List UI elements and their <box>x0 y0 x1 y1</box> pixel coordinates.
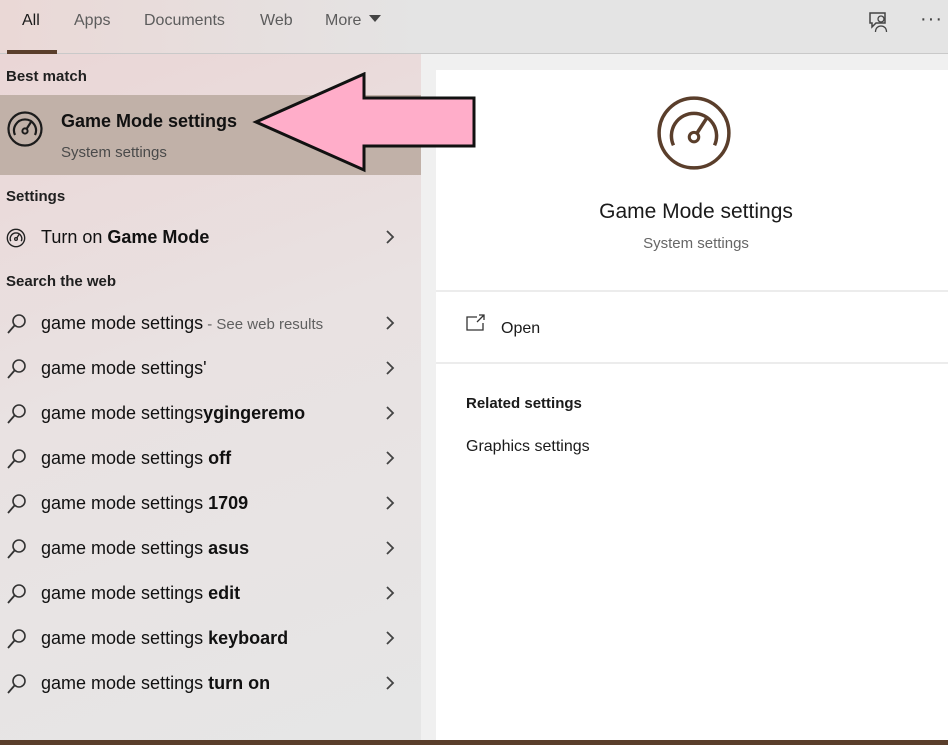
chevron-right-icon[interactable] <box>384 450 396 471</box>
web-result-label: game mode settingsygingeremo <box>41 403 305 424</box>
tab-more[interactable]: More <box>325 12 382 30</box>
divider <box>436 290 948 292</box>
web-result-bold: turn on <box>208 673 271 693</box>
chevron-right-icon[interactable] <box>384 405 396 426</box>
web-result-prefix: game mode settings <box>41 628 209 648</box>
web-result-prefix: game mode settings <box>41 403 204 423</box>
web-result-prefix: game mode settings <box>41 448 209 468</box>
search-icon <box>6 313 28 340</box>
web-result-prefix: game mode settings <box>41 538 209 558</box>
section-best-match: Best match <box>6 68 87 85</box>
web-result-bold: edit <box>208 583 241 603</box>
chevron-right-icon[interactable] <box>384 585 396 606</box>
web-result-bold: keyboard <box>208 628 289 648</box>
tab-web[interactable]: Web <box>260 12 293 30</box>
search-icon <box>6 493 28 520</box>
annotation-arrow-icon <box>252 72 476 173</box>
bottom-accent-bar <box>0 740 948 745</box>
open-icon[interactable] <box>466 314 486 337</box>
web-result-bold: off <box>208 448 232 468</box>
web-result-item[interactable]: game mode settings off <box>0 436 421 481</box>
divider <box>436 362 948 364</box>
chevron-right-icon[interactable] <box>384 540 396 561</box>
web-result-label: game mode settings - See web results <box>41 313 323 334</box>
web-result-item[interactable]: game mode settings - See web results <box>0 301 421 346</box>
search-icon <box>6 538 28 565</box>
search-icon <box>6 673 28 700</box>
web-result-bold: ygingeremo <box>203 403 306 423</box>
open-button[interactable]: Open <box>501 320 540 338</box>
web-result-label: game mode settings keyboard <box>41 628 288 649</box>
web-result-label: game mode settings 1709 <box>41 493 248 514</box>
chevron-down-icon <box>369 15 382 22</box>
web-result-item[interactable]: game mode settings turn on <box>0 661 421 706</box>
more-options-icon[interactable]: ··· <box>920 8 943 31</box>
web-result-label: game mode settings off <box>41 448 231 469</box>
search-icon <box>6 358 28 385</box>
settings-result-bold: Game Mode <box>107 227 210 247</box>
web-result-prefix: game mode settings' <box>41 358 207 378</box>
web-result-label: game mode settings asus <box>41 538 249 559</box>
feedback-icon[interactable] <box>867 10 891 39</box>
search-icon <box>6 403 28 430</box>
web-result-prefix: game mode settings <box>41 583 209 603</box>
web-result-item[interactable]: game mode settings keyboard <box>0 616 421 661</box>
web-result-item[interactable]: game mode settingsygingeremo <box>0 391 421 436</box>
web-result-item[interactable]: game mode settings' <box>0 346 421 391</box>
tab-more-label: More <box>325 12 362 29</box>
web-result-prefix: game mode settings <box>41 313 204 333</box>
chevron-right-icon[interactable] <box>384 360 396 381</box>
web-result-hint: - See web results <box>203 316 324 333</box>
search-tab-bar: All Apps Documents Web More ··· <box>0 0 948 54</box>
tab-all[interactable]: All <box>22 12 40 30</box>
web-result-label: game mode settings turn on <box>41 673 270 694</box>
web-result-item[interactable]: game mode settings 1709 <box>0 481 421 526</box>
section-search-web: Search the web <box>6 273 117 290</box>
chevron-right-icon[interactable] <box>384 495 396 516</box>
web-result-bold: asus <box>208 538 250 558</box>
settings-result-turn-on-game-mode[interactable]: Turn on Game Mode <box>0 215 421 260</box>
web-result-item[interactable]: game mode settings edit <box>0 571 421 616</box>
chevron-right-icon[interactable] <box>384 315 396 336</box>
chevron-right-icon[interactable] <box>384 229 396 250</box>
related-link-graphics-settings[interactable]: Graphics settings <box>466 438 590 456</box>
search-icon <box>6 583 28 610</box>
chevron-right-icon[interactable] <box>384 630 396 651</box>
chevron-right-icon[interactable] <box>384 675 396 696</box>
section-settings: Settings <box>6 188 66 205</box>
web-result-prefix: game mode settings <box>41 673 209 693</box>
tab-documents[interactable]: Documents <box>144 12 225 30</box>
best-match-subtitle: System settings <box>61 144 167 161</box>
settings-result-prefix: Turn on <box>41 227 108 247</box>
preview-subtitle: System settings <box>643 235 749 252</box>
preview-title: Game Mode settings <box>599 200 793 223</box>
search-icon <box>6 628 28 655</box>
web-result-item[interactable]: game mode settings asus <box>0 526 421 571</box>
tab-apps[interactable]: Apps <box>74 12 110 30</box>
web-result-label: game mode settings edit <box>41 583 240 604</box>
web-result-prefix: game mode settings <box>41 493 209 513</box>
web-result-bold: 1709 <box>208 493 249 513</box>
search-icon <box>6 448 28 475</box>
preview-pane: Game Mode settings System settings Open … <box>436 70 948 742</box>
speedometer-icon <box>655 94 733 177</box>
speedometer-icon <box>6 110 44 153</box>
speedometer-icon <box>6 228 26 253</box>
web-result-label: game mode settings' <box>41 358 207 379</box>
best-match-title: Game Mode settings <box>61 111 238 131</box>
settings-result-label: Turn on Game Mode <box>41 227 209 248</box>
related-settings-heading: Related settings <box>466 395 582 412</box>
